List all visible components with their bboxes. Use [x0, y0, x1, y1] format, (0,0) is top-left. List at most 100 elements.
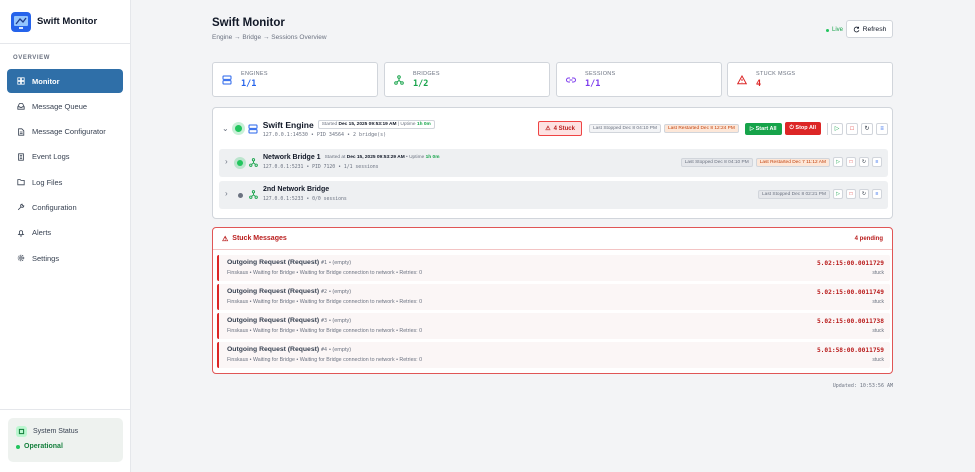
warning-icon — [737, 74, 747, 84]
sidebar-item-log-files[interactable]: Log Files — [7, 170, 123, 194]
stuck-messages-header: ⚠ Stuck Messages 4 pending — [213, 228, 892, 250]
play-icon[interactable]: ▷ — [833, 157, 843, 167]
sidebar-item-label: Configuration — [32, 202, 77, 212]
list-icon — [18, 153, 24, 161]
folder-icon — [17, 179, 25, 186]
network-icon — [249, 190, 258, 199]
refresh-button[interactable]: Refresh — [846, 20, 893, 38]
play-icon[interactable]: ▷ — [831, 122, 843, 135]
app-logo-row: Swift Monitor — [0, 0, 130, 44]
message-status: • (empty) — [328, 318, 352, 324]
sidebar-item-event-logs[interactable]: Event Logs — [7, 145, 123, 169]
stat-card-stuck-msgs: STUCK MSGS 4 — [727, 62, 893, 97]
start-all-button[interactable]: ▷ Start All — [744, 122, 782, 135]
main-content: Swift Monitor Engine → Bridge → Sessions… — [212, 0, 893, 472]
message-state: stuck — [872, 270, 884, 276]
message-number: #2 — [321, 289, 328, 295]
message-age: 5.02:15:00.0011738 — [816, 318, 884, 325]
server-icon — [248, 124, 258, 133]
stat-label: BRIDGES — [413, 70, 440, 77]
engine-status-icon — [234, 125, 242, 132]
stop-icon[interactable]: □ — [846, 157, 856, 167]
last-stopped-tag: Last Stopped Dec 8 04:10 PM — [588, 124, 661, 133]
stuck-message-item[interactable]: Outgoing Request (Request) #1 • (empty) … — [217, 255, 890, 281]
sidebar-item-alerts[interactable]: Alerts — [7, 221, 123, 245]
started-prefix: Started — [321, 122, 338, 127]
system-status-card: System Status Operational — [8, 418, 123, 462]
uptime-prefix: Uptime — [409, 155, 425, 160]
live-indicator: Live — [826, 27, 843, 33]
sidebar-item-message-queue[interactable]: Message Queue — [7, 94, 123, 118]
engine-meta: 127.0.0.1:14530 • PID 34564 • 2 bridge(s… — [262, 131, 387, 138]
stuck-title: Stuck Messages — [232, 235, 287, 242]
network-icon — [394, 74, 404, 85]
dashboard-icon — [17, 77, 25, 85]
stop-icon[interactable]: □ — [846, 189, 856, 199]
sidebar-item-label: Message Queue — [32, 101, 88, 111]
sidebar-item-label: Message Configurator — [32, 127, 106, 137]
sidebar-item-monitor[interactable]: Monitor — [7, 69, 123, 93]
play-icon[interactable]: ▷ — [833, 189, 843, 199]
restart-icon[interactable]: ↻ — [861, 122, 873, 135]
restart-icon[interactable]: ↻ — [859, 189, 869, 199]
sidebar-divider — [0, 409, 131, 410]
engine-name: Swift Engine — [262, 119, 314, 130]
message-title: Outgoing Request (Request) — [227, 317, 320, 324]
logs-icon[interactable]: ≡ — [872, 189, 882, 199]
bridge-status-icon — [238, 193, 243, 198]
sidebar-item-settings[interactable]: Settings — [7, 246, 123, 270]
stuck-badge[interactable]: ⚠ 4 Stuck — [538, 121, 582, 136]
last-stopped-tag: Last Stopped Dec 8 04:10 PM — [680, 157, 753, 167]
bridge-meta: 127.0.0.1:5233 • 0/0 sessions — [263, 197, 347, 202]
warning-icon: ⚠ — [545, 126, 551, 132]
power-icon: ⏻ — [789, 125, 794, 131]
network-icon — [249, 158, 258, 167]
message-status: • (empty) — [328, 260, 352, 266]
stuck-message-item[interactable]: Outgoing Request (Request) #3 • (empty) … — [217, 313, 890, 339]
message-age: 5.02:15:00.0011729 — [816, 260, 884, 267]
message-status: • (empty) — [328, 289, 352, 295]
stat-card-sessions: SESSIONS 1/1 — [556, 62, 722, 97]
message-detail: Finskaus • Waiting for Bridge • Waiting … — [227, 328, 423, 334]
message-number: #4 — [321, 347, 328, 353]
bridge-row: › Network Bridge 1 Started at Dec 15, 20… — [219, 149, 888, 177]
live-dot-icon — [826, 28, 829, 32]
server-icon — [222, 75, 232, 84]
stat-card-bridges: BRIDGES 1/2 — [384, 62, 550, 97]
system-icon — [16, 426, 27, 437]
stat-value: 4 — [756, 78, 762, 89]
stat-value: 1/2 — [413, 78, 429, 89]
stat-label: STUCK MSGS — [756, 70, 796, 77]
stuck-count: 4 pending — [854, 235, 883, 242]
chevron-down-icon[interactable]: ⌄ — [222, 124, 229, 133]
page-title: Swift Monitor — [212, 17, 285, 29]
wrench-icon — [17, 204, 25, 211]
sidebar-item-configuration[interactable]: Configuration — [7, 195, 123, 219]
stop-icon[interactable]: □ — [846, 122, 858, 135]
logs-icon[interactable]: ≡ — [872, 157, 882, 167]
stat-label: SESSIONS — [585, 70, 616, 77]
last-stopped-tag: Last Stopped Dec 8 02:21 PM — [758, 189, 830, 199]
message-state: stuck — [872, 328, 884, 334]
bridge-row: › 2nd Network Bridge 127.0.0.1:5233 • 0/… — [219, 181, 888, 209]
app-title: Swift Monitor — [37, 16, 98, 27]
bridge-name: Network Bridge 1 — [263, 154, 321, 161]
sidebar-nav: Monitor Message Queue Message Configurat… — [7, 69, 123, 271]
sidebar-item-label: Settings — [32, 253, 60, 263]
logs-icon[interactable]: ≡ — [876, 122, 888, 135]
stuck-message-item[interactable]: Outgoing Request (Request) #2 • (empty) … — [217, 284, 890, 310]
last-restarted-tag: Last Restarted Dec 7 11:12 AM — [755, 157, 830, 167]
message-status: • (empty) — [328, 347, 352, 353]
chevron-right-icon[interactable]: › — [225, 189, 228, 198]
chevron-right-icon[interactable]: › — [225, 157, 228, 166]
sidebar-item-label: Log Files — [32, 177, 63, 187]
sidebar-item-label: Alerts — [32, 228, 52, 238]
stop-all-button[interactable]: ⏻ Stop All — [784, 122, 821, 135]
stuck-messages-panel: ⚠ Stuck Messages 4 pending Outgoing Reque… — [212, 227, 893, 374]
stuck-message-item[interactable]: Outgoing Request (Request) #4 • (empty) … — [217, 342, 890, 368]
bridge-status-icon — [237, 160, 243, 166]
restart-icon[interactable]: ↻ — [859, 157, 869, 167]
engine-started-tag: Started Dec 15, 2025 09:53:19 AM | Uptim… — [317, 120, 435, 129]
sidebar-item-message-configurator[interactable]: Message Configurator — [7, 120, 123, 144]
live-label: Live — [832, 27, 844, 33]
